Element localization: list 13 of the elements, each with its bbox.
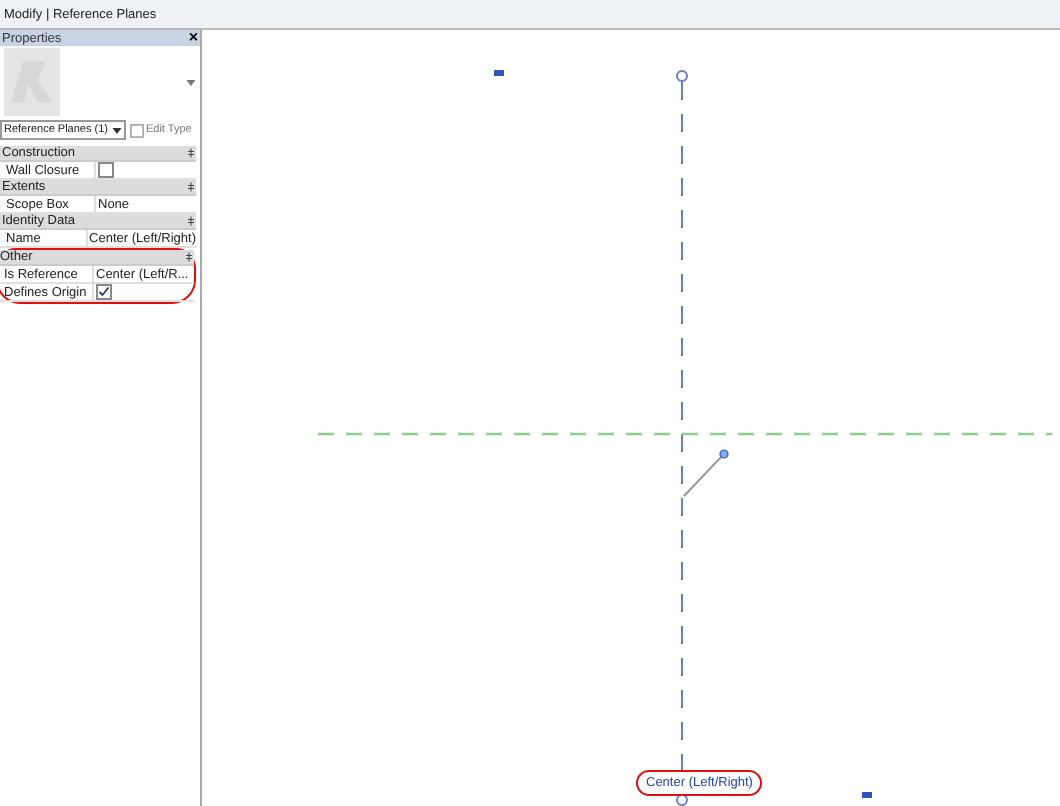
checkbox[interactable] — [98, 162, 114, 178]
checkbox[interactable] — [96, 284, 112, 300]
elevation-marker-icon — [494, 70, 504, 76]
edit-icon — [129, 123, 144, 137]
dropdown-icon[interactable] — [111, 127, 122, 133]
plane-icon — [4, 48, 60, 116]
collapse-icon[interactable] — [186, 252, 192, 262]
collapse-icon[interactable] — [188, 216, 194, 226]
close-button[interactable]: × — [188, 30, 198, 46]
leader-line — [683, 449, 729, 497]
collapse-icon[interactable] — [188, 182, 194, 192]
collapse-icon[interactable] — [188, 148, 194, 158]
elevation-marker-icon — [862, 792, 872, 798]
